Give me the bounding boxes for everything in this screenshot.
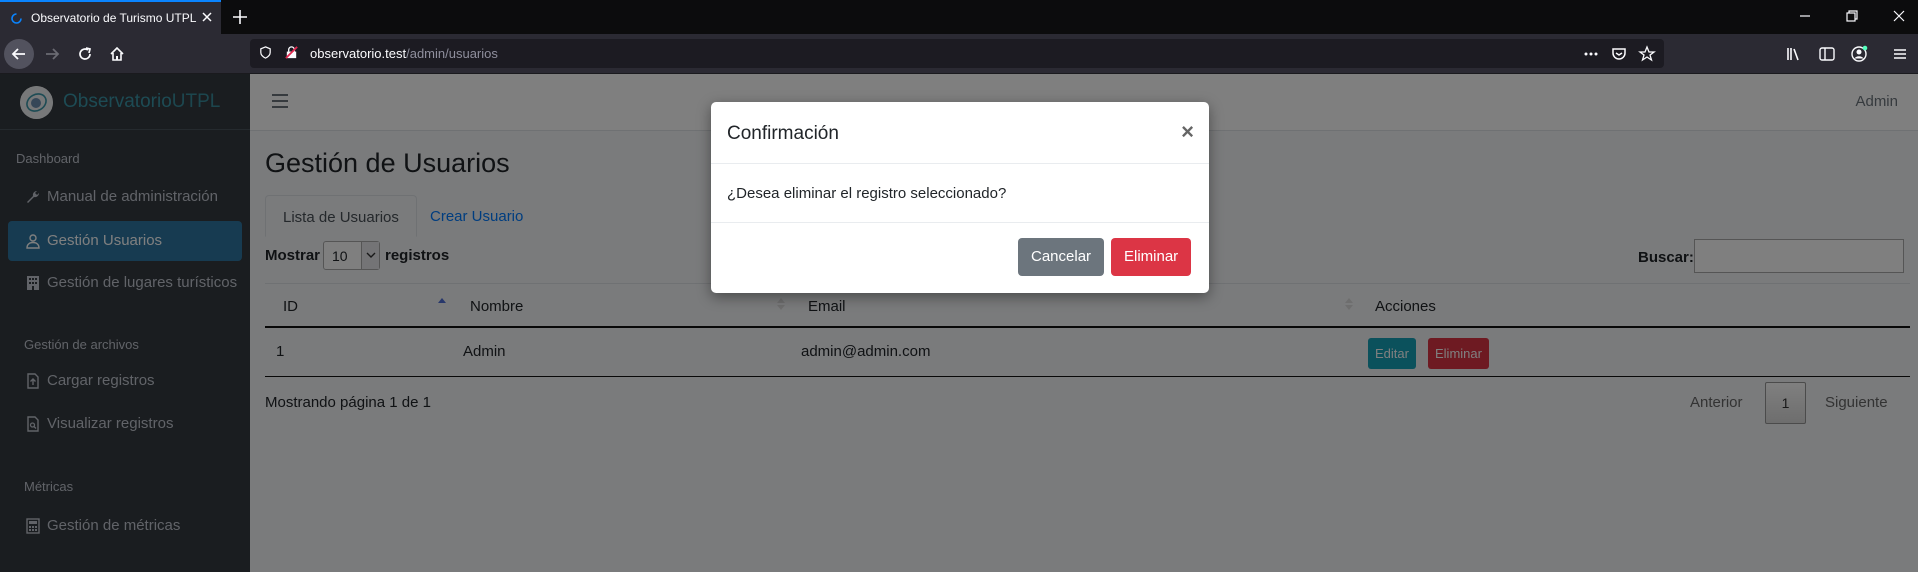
arrow-left-icon — [11, 48, 25, 60]
tab-title: Observatorio de Turismo UTPL — [31, 11, 197, 25]
back-button[interactable] — [4, 39, 34, 69]
new-tab-icon[interactable] — [230, 7, 250, 27]
insecure-lock-icon[interactable] — [284, 45, 299, 60]
account-icon[interactable] — [1850, 45, 1868, 63]
close-tab-icon[interactable] — [198, 8, 216, 26]
menu-icon[interactable] — [1891, 45, 1909, 63]
browser-tab-strip: Observatorio de Turismo UTPL — [0, 0, 1918, 34]
modal-title: Confirmación — [727, 123, 839, 144]
arrow-right-icon — [46, 48, 60, 60]
forward-button[interactable] — [37, 39, 67, 69]
sidebar-toggle-icon[interactable] — [1818, 45, 1836, 63]
loading-icon — [11, 13, 22, 24]
close-window-icon[interactable] — [1891, 8, 1907, 24]
confirm-delete-modal: Confirmación × ¿Desea eliminar el regist… — [711, 102, 1209, 293]
minimize-icon[interactable] — [1797, 8, 1813, 24]
cancel-button[interactable]: Cancelar — [1018, 238, 1105, 276]
home-icon — [110, 46, 124, 61]
pocket-icon[interactable] — [1610, 45, 1628, 63]
library-icon[interactable] — [1785, 45, 1803, 63]
url-text: observatorio.test/admin/usuarios — [310, 46, 498, 61]
home-button[interactable] — [102, 39, 132, 69]
url-path: /admin/usuarios — [406, 46, 498, 61]
modal-footer: Cancelar Eliminar — [711, 222, 1209, 293]
confirm-delete-button[interactable]: Eliminar — [1111, 238, 1192, 276]
url-host: observatorio.test — [310, 46, 407, 61]
reload-button[interactable] — [70, 39, 100, 69]
bookmark-star-icon[interactable] — [1638, 45, 1656, 63]
browser-tab[interactable]: Observatorio de Turismo UTPL — [0, 0, 221, 34]
shield-icon[interactable] — [258, 45, 273, 60]
modal-header: Confirmación × — [711, 102, 1209, 164]
modal-message: ¿Desea eliminar el registro seleccionado… — [727, 185, 1007, 202]
close-icon[interactable]: × — [1181, 119, 1194, 145]
reload-icon — [79, 47, 92, 60]
restore-icon[interactable] — [1844, 8, 1860, 24]
more-actions-icon[interactable] — [1582, 45, 1600, 63]
browser-toolbar: observatorio.test/admin/usuarios — [0, 34, 1918, 74]
url-bar[interactable]: observatorio.test/admin/usuarios — [250, 39, 1664, 68]
